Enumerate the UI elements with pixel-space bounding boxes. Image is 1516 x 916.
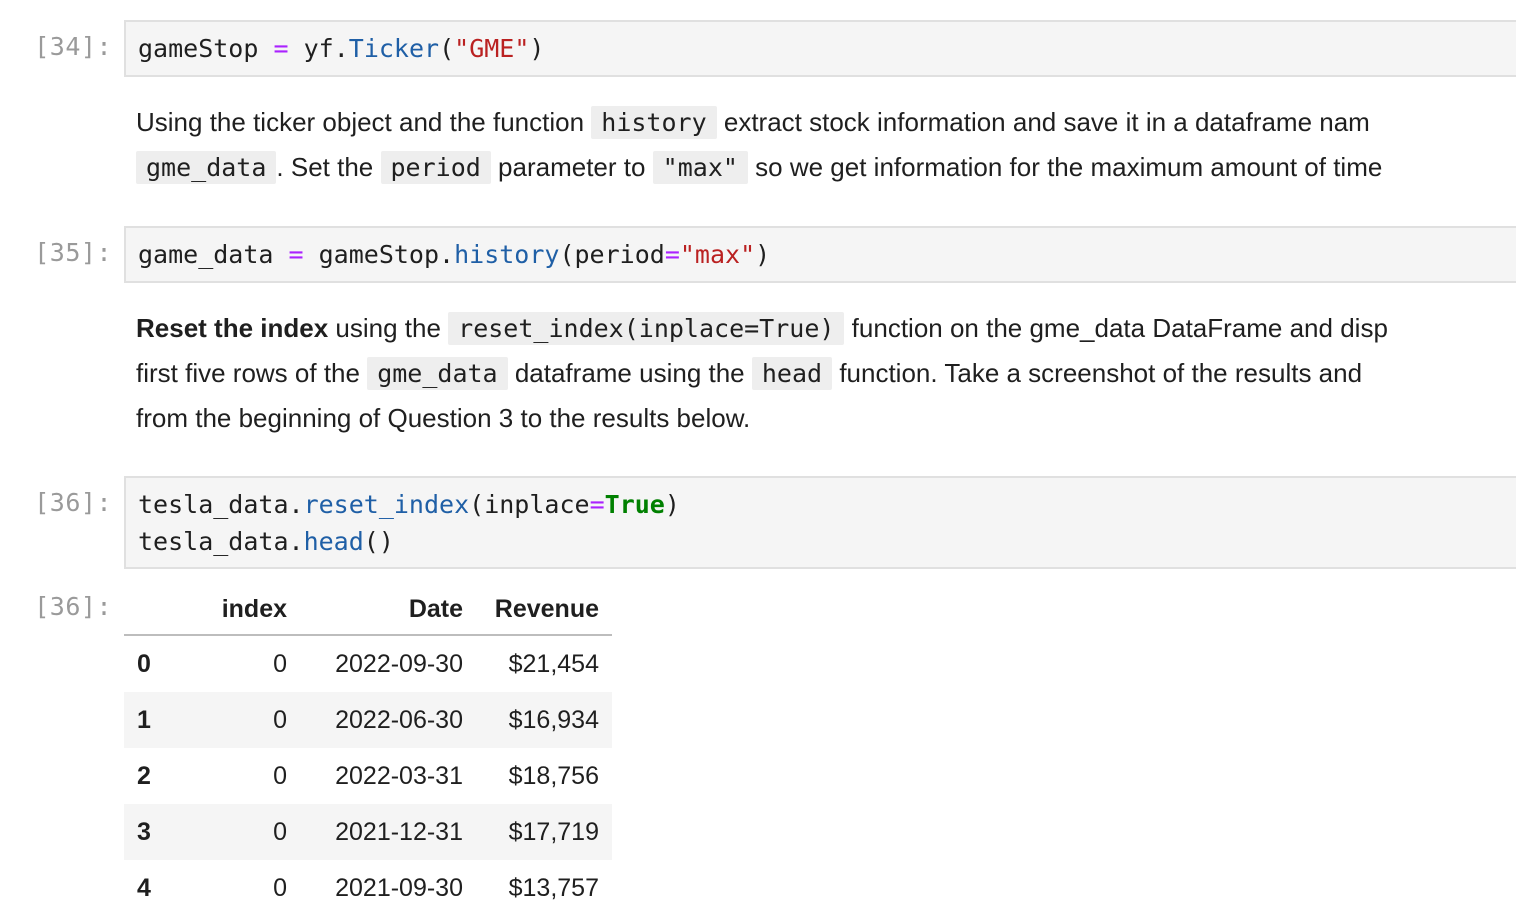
- table-header-cell: [124, 584, 174, 636]
- code-operator: =: [288, 240, 304, 269]
- code-function: history: [454, 240, 560, 269]
- markdown-line: Reset the index using the reset_index(in…: [136, 306, 1516, 351]
- table-cell: $21,454: [508, 649, 599, 678]
- text: Using the ticker object and the function: [136, 107, 592, 137]
- code-line: tesla_data.head(): [138, 523, 1516, 560]
- row-index: 2: [137, 761, 151, 790]
- code-token: tesla_data.: [138, 490, 304, 519]
- text: function on the gme_data DataFrame and d…: [844, 313, 1388, 343]
- code-cell-35[interactable]: game_data = gameStop.history(period="max…: [124, 226, 1516, 283]
- code-cell-34[interactable]: gameStop = yf.Ticker("GME"): [124, 20, 1516, 77]
- code-token: (inplace: [469, 490, 590, 519]
- table-cell: 2021-09-30: [335, 873, 463, 902]
- code-token: game_data: [138, 240, 289, 269]
- row-index: 3: [137, 817, 151, 846]
- inline-code: head: [751, 357, 833, 390]
- code-string: "GME": [454, 34, 530, 63]
- table-cell: 0: [273, 705, 287, 734]
- code-string: "max": [679, 240, 756, 269]
- table-cell: $18,756: [508, 761, 599, 790]
- table-cell: 2022-03-31: [335, 761, 463, 790]
- table-cell: 0: [273, 649, 287, 678]
- inline-code: "max": [652, 151, 748, 184]
- code-token: yf.: [288, 34, 349, 63]
- text: . Set the: [276, 152, 381, 182]
- code-token: gameStop: [138, 34, 259, 63]
- dataframe-output-table: index Date Revenue 0 0 2022-09-30 $21,45…: [124, 584, 612, 916]
- bold-text: Reset the index: [136, 313, 329, 343]
- table-cell: 2021-12-31: [335, 817, 463, 846]
- text: first five rows of the: [136, 358, 368, 388]
- text: extract stock information and save it in…: [716, 107, 1370, 137]
- code-operator: =: [273, 34, 289, 63]
- inline-code: gme_data: [136, 151, 277, 184]
- code-token: (: [439, 34, 455, 63]
- row-index: 1: [137, 705, 151, 734]
- inline-code: history: [591, 106, 717, 139]
- table-cell: 2022-06-30: [335, 705, 463, 734]
- inline-code: period: [380, 151, 491, 184]
- code-token: ): [664, 490, 680, 519]
- row-index: 4: [137, 873, 151, 902]
- code-function: head: [303, 527, 364, 556]
- markdown-line: first five rows of the gme_data datafram…: [136, 351, 1516, 396]
- text: so we get information for the maximum am…: [747, 152, 1383, 182]
- table-cell: 0: [273, 761, 287, 790]
- code-token: ): [529, 34, 545, 63]
- text: dataframe using the: [507, 358, 752, 388]
- code-line: gameStop = yf.Ticker("GME"): [138, 30, 1516, 67]
- code-function: Ticker: [348, 34, 440, 63]
- text: from the beginning of Question 3 to the …: [136, 403, 751, 433]
- code-token: gameStop.: [303, 240, 455, 269]
- code-token: ): [755, 240, 771, 269]
- table-cell: $13,757: [508, 873, 599, 902]
- markdown-cell-1[interactable]: Using the ticker object and the function…: [136, 100, 1516, 190]
- cell-34-prompt: [34]:: [34, 32, 112, 61]
- code-keyword: True: [604, 490, 665, 519]
- table-row: 4 0 2021-09-30 $13,757: [124, 860, 612, 916]
- markdown-line: gme_data. Set the period parameter to "m…: [136, 145, 1516, 190]
- code-token: (period: [559, 240, 665, 269]
- cell-35-prompt: [35]:: [34, 238, 112, 267]
- table-cell: $17,719: [508, 817, 599, 846]
- code-line: tesla_data.reset_index(inplace=True): [138, 486, 1516, 523]
- code-operator: =: [664, 240, 680, 269]
- text: parameter to: [490, 152, 653, 182]
- inline-code: reset_index(inplace=True): [448, 312, 845, 345]
- code-token: tesla_data.: [138, 527, 304, 556]
- table-header-cell: index: [174, 584, 300, 636]
- text: function. Take a screenshot of the resul…: [832, 358, 1363, 388]
- markdown-line: Using the ticker object and the function…: [136, 100, 1516, 145]
- table-header-cell: Date: [300, 584, 476, 636]
- output-36-prompt: [36]:: [34, 592, 112, 621]
- table-row: 2 0 2022-03-31 $18,756: [124, 748, 612, 804]
- cell-36-prompt: [36]:: [34, 488, 112, 517]
- table-cell: 0: [273, 817, 287, 846]
- code-line: game_data = gameStop.history(period="max…: [138, 236, 1516, 273]
- table-row: 1 0 2022-06-30 $16,934: [124, 692, 612, 748]
- table-row: 0 0 2022-09-30 $21,454: [124, 635, 612, 692]
- text: using the: [328, 313, 449, 343]
- table-header-row: index Date Revenue: [124, 584, 612, 636]
- table-cell: 0: [273, 873, 287, 902]
- markdown-cell-2[interactable]: Reset the index using the reset_index(in…: [136, 306, 1516, 441]
- code-operator: =: [589, 490, 605, 519]
- code-token: (): [363, 527, 394, 556]
- table-cell: $16,934: [508, 705, 599, 734]
- table-cell: 2022-09-30: [335, 649, 463, 678]
- table-header-cell: Revenue: [476, 584, 612, 636]
- row-index: 0: [137, 649, 151, 678]
- code-function: reset_index: [303, 490, 470, 519]
- table-row: 3 0 2021-12-31 $17,719: [124, 804, 612, 860]
- inline-code: gme_data: [367, 357, 508, 390]
- code-cell-36[interactable]: tesla_data.reset_index(inplace=True) tes…: [124, 476, 1516, 569]
- markdown-line: from the beginning of Question 3 to the …: [136, 396, 1516, 441]
